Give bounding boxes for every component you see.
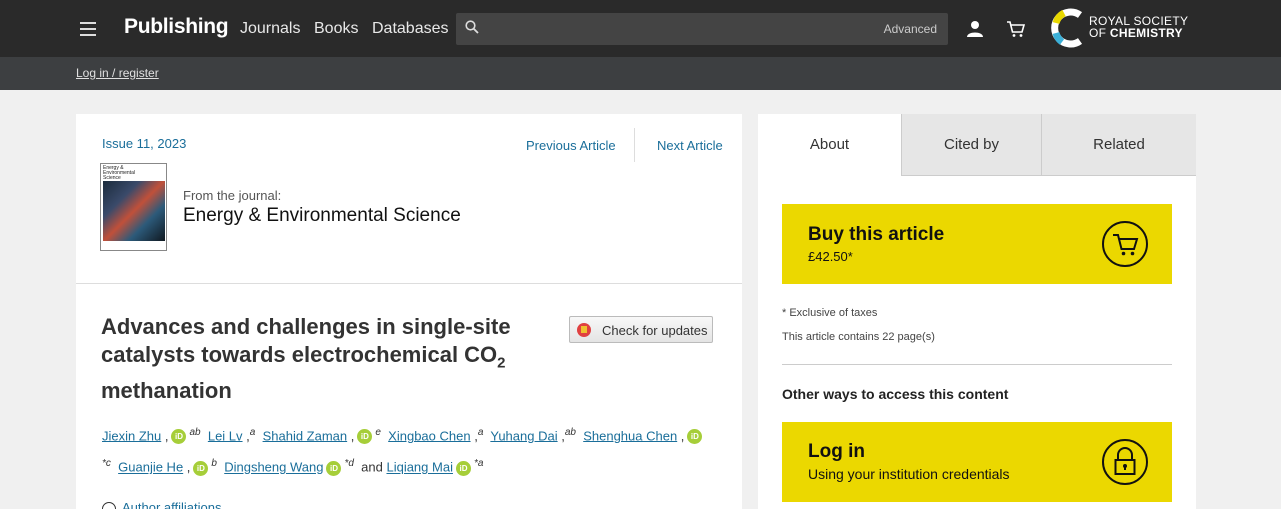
author-affiliations-toggle[interactable]: Author affiliations: [102, 500, 222, 509]
brand-publishing[interactable]: Publishing: [124, 15, 229, 39]
nav-journals[interactable]: Journals: [240, 20, 300, 38]
taxes-note: * Exclusive of taxes: [782, 307, 878, 319]
cover-title: Energy & Environmental Science: [103, 165, 135, 181]
orcid-icon[interactable]: iD: [455, 460, 471, 476]
cart-icon[interactable]: [1006, 20, 1026, 38]
orcid-icon[interactable]: iD: [357, 429, 373, 445]
orcid-icon[interactable]: iD: [326, 460, 342, 476]
author-link[interactable]: Guanjie He: [118, 460, 183, 475]
cart-icon: [1102, 221, 1148, 267]
authors-and: and: [361, 459, 387, 475]
check-for-updates-label: Check for updates: [602, 323, 708, 338]
expand-icon: [102, 501, 116, 509]
author-link[interactable]: Jiexin Zhu: [102, 428, 161, 443]
title-subscript: 2: [497, 354, 506, 372]
author-link[interactable]: Dingsheng Wang: [224, 460, 323, 475]
search-input[interactable]: [490, 13, 870, 45]
author-link[interactable]: Shahid Zaman: [263, 428, 348, 443]
author-separator: ,: [161, 428, 169, 444]
tab-cited-by[interactable]: Cited by: [901, 114, 1041, 176]
rsc-logo[interactable]: ROYAL SOCIETY OF CHEMISTRY: [1050, 7, 1200, 49]
journal-cover-image[interactable]: Energy & Environmental Science: [100, 163, 167, 251]
author-separator: ,: [677, 428, 685, 444]
tab-about[interactable]: About: [758, 114, 901, 176]
nav-databases[interactable]: Databases: [372, 20, 449, 38]
login-subtitle: Using your institution credentials: [808, 466, 1010, 482]
title-end: methanation: [101, 378, 232, 404]
buy-title: Buy this article: [808, 224, 945, 245]
author-separator: ,: [183, 459, 191, 475]
buy-price: £42.50*: [808, 249, 853, 264]
affiliations-label: Author affiliations: [122, 500, 222, 509]
rsc-logo-mark: [1051, 8, 1083, 48]
author-affiliation-marker: a: [249, 427, 256, 438]
author-link[interactable]: Lei Lv: [208, 428, 243, 443]
top-navigation-bar: Publishing Journals Books Databases Adva…: [0, 0, 1281, 57]
author-separator: ,: [470, 428, 478, 444]
nav-books[interactable]: Books: [314, 20, 358, 38]
author-affiliation-marker: *a: [473, 458, 484, 470]
author-affiliation-marker: a: [477, 427, 484, 438]
orcid-icon[interactable]: iD: [687, 429, 703, 445]
other-access-heading: Other ways to access this content: [782, 386, 1009, 402]
advanced-search-link[interactable]: Advanced: [884, 22, 937, 36]
divider: [76, 283, 742, 284]
author-link[interactable]: Liqiang Mai: [386, 460, 453, 475]
author-separator: ,: [347, 428, 355, 444]
check-for-updates-button[interactable]: Check for updates: [569, 316, 713, 343]
sidebar-panel: About Cited by Related Buy this article …: [758, 114, 1196, 509]
author-link[interactable]: Shenghua Chen: [583, 428, 677, 443]
login-title: Log in: [808, 441, 865, 462]
nav-divider: [634, 128, 635, 162]
author-affiliation-marker: ab: [189, 427, 201, 438]
lock-icon: [1102, 439, 1148, 485]
author-list: Jiexin Zhu , iD ab Lei Lv ,a Shahid Zaman …: [102, 419, 712, 482]
page-count-note: This article contains 22 page(s): [782, 331, 935, 343]
logo-line-2-bold: CHEMISTRY: [1109, 26, 1183, 40]
author-link[interactable]: Yuhang Dai: [490, 428, 557, 443]
author-separator: ,: [557, 428, 565, 444]
tab-related[interactable]: Related: [1041, 114, 1196, 176]
divider: [782, 364, 1172, 365]
author-affiliation-marker: *c: [102, 458, 111, 470]
author-affiliation-marker: ab: [564, 427, 576, 438]
orcid-icon[interactable]: iD: [171, 429, 187, 445]
author-link[interactable]: Xingbao Chen: [388, 428, 470, 443]
next-article-link[interactable]: Next Article: [657, 138, 723, 153]
title-main: Advances and challenges in single-site c…: [101, 314, 511, 367]
crossmark-icon: [577, 323, 591, 337]
orcid-icon[interactable]: iD: [193, 460, 209, 476]
login-register-link[interactable]: Log in / register: [76, 66, 159, 80]
issue-link[interactable]: Issue 11, 2023: [102, 136, 186, 151]
author-separator: ,: [242, 428, 250, 444]
user-icon[interactable]: [966, 20, 984, 38]
author-affiliation-marker: b: [211, 458, 217, 470]
article-title: Advances and challenges in single-site c…: [101, 313, 561, 405]
search-icon[interactable]: [465, 20, 479, 34]
institution-login-button[interactable]: Log in Using your institution credential…: [782, 422, 1172, 502]
menu-icon[interactable]: [80, 22, 96, 36]
previous-article-link[interactable]: Previous Article: [526, 138, 616, 153]
logo-line-2-prefix: OF: [1089, 26, 1107, 40]
author-affiliation-marker: e: [375, 427, 381, 438]
buy-article-button[interactable]: Buy this article £42.50*: [782, 204, 1172, 284]
account-bar: Log in / register: [0, 57, 1281, 90]
rsc-logo-text: ROYAL SOCIETY OF CHEMISTRY: [1089, 15, 1188, 39]
article-panel: Issue 11, 2023 Previous Article Next Art…: [76, 114, 742, 509]
author-affiliation-marker: *d: [344, 458, 354, 470]
search-bar: Advanced: [456, 13, 948, 45]
cover-artwork: [103, 181, 165, 241]
journal-name[interactable]: Energy & Environmental Science: [183, 205, 461, 227]
from-journal-label: From the journal:: [183, 188, 282, 203]
